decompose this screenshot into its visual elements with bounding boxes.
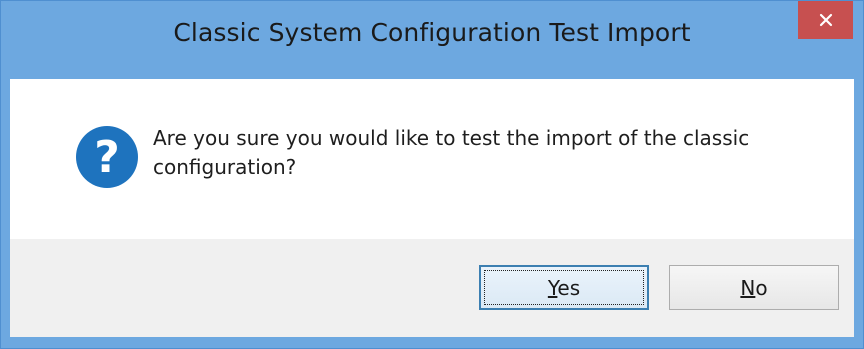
title-bar[interactable]: Classic System Configuration Test Import: [1, 1, 863, 79]
window-title: Classic System Configuration Test Import: [173, 18, 691, 47]
svg-text:?: ?: [94, 132, 120, 183]
message-area: ? Are you sure you would like to test th…: [10, 79, 854, 239]
no-label-rest: o: [755, 275, 768, 300]
yes-label-rest: es: [557, 275, 581, 300]
dialog-message: Are you sure you would like to test the …: [153, 126, 750, 179]
button-bar: Yes No: [10, 239, 854, 337]
close-icon: [819, 13, 833, 27]
yes-button[interactable]: Yes: [479, 265, 649, 310]
dialog-window: Classic System Configuration Test Import…: [0, 0, 864, 349]
no-button[interactable]: No: [669, 265, 839, 310]
no-mnemonic: N: [740, 275, 756, 300]
question-icon: ?: [75, 125, 139, 189]
yes-mnemonic: Y: [547, 275, 558, 300]
close-button[interactable]: [798, 1, 853, 39]
